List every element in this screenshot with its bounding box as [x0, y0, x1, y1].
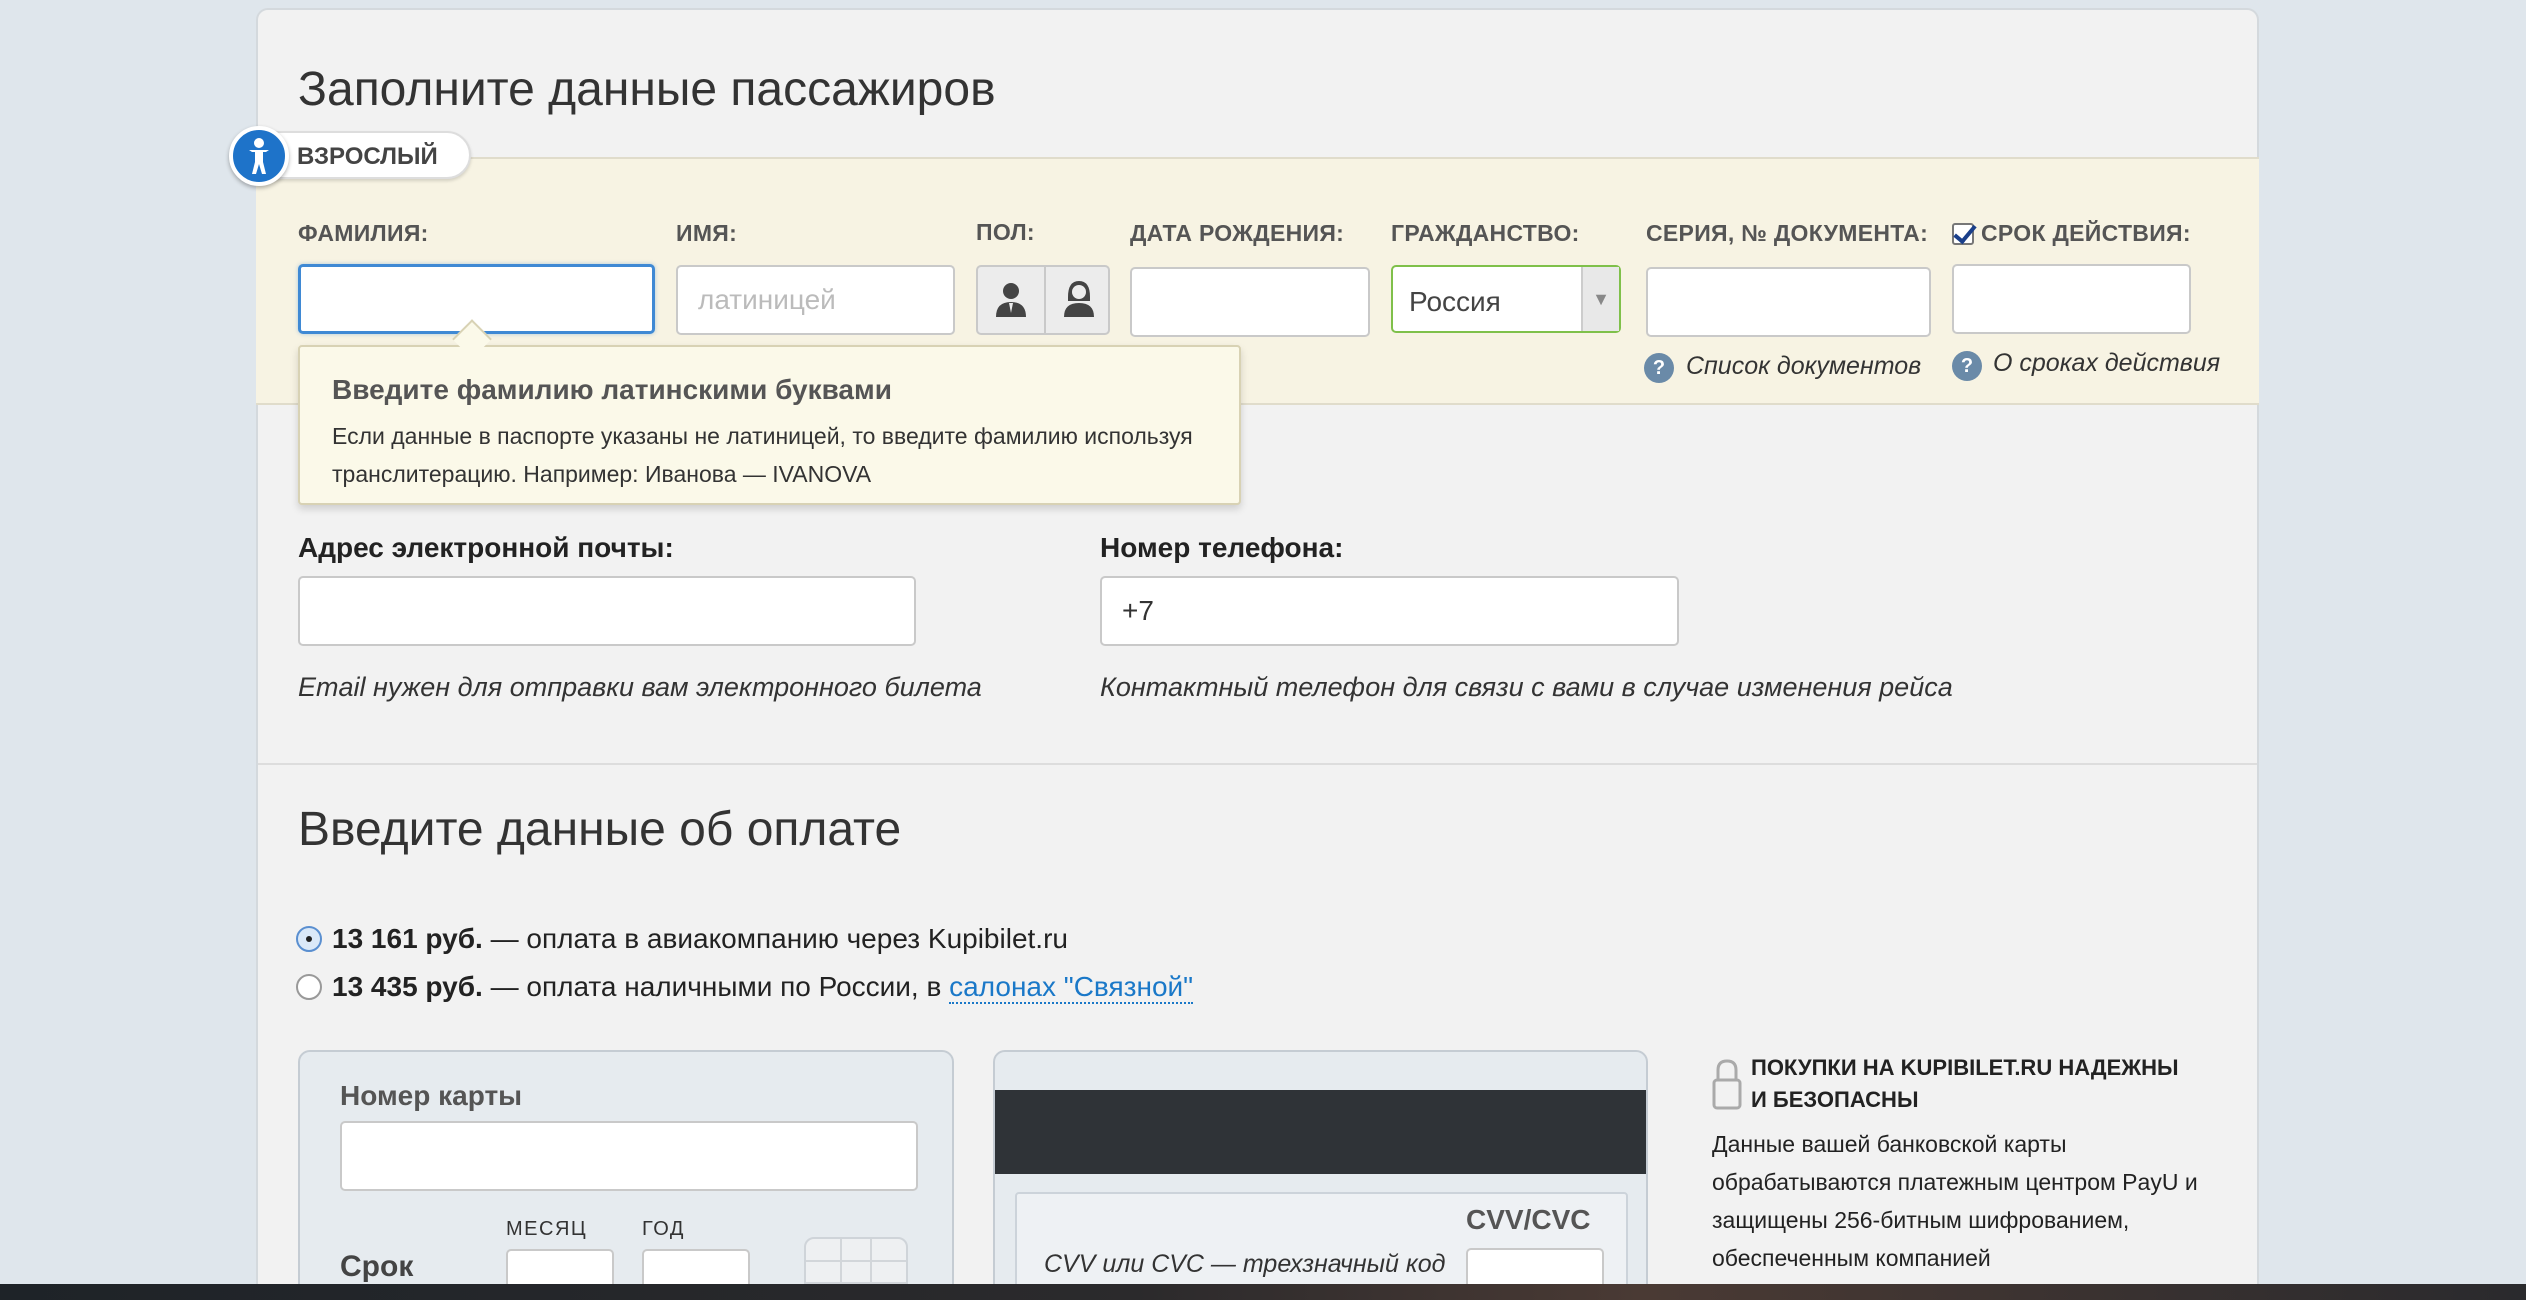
- chevron-down-icon: ▼: [1581, 267, 1619, 331]
- card-number-input[interactable]: [340, 1121, 918, 1191]
- documents-list-link[interactable]: Список документов: [1686, 352, 1921, 381]
- lock-icon: [1712, 1059, 1742, 1110]
- card-expiry-label: Срок: [340, 1250, 414, 1283]
- payment-title: Введите данные об оплате: [298, 803, 902, 856]
- name-label: ИМЯ:: [676, 220, 738, 246]
- payment-option-airline: 13 161 руб. — оплата в авиакомпанию чере…: [332, 923, 1068, 955]
- passenger-type-label: ВЗРОСЛЫЙ: [297, 143, 438, 170]
- payment-option-cash-radio[interactable]: [296, 974, 322, 1000]
- phone-note: Контактный телефон для связи с вами в сл…: [1100, 672, 1953, 702]
- security-text: Данные вашей банковской карты обрабатыва…: [1712, 1131, 2198, 1271]
- citizenship-select[interactable]: Россия ▼: [1391, 265, 1621, 333]
- payment-option-cash: 13 435 руб. — оплата наличными по России…: [332, 971, 1194, 1004]
- gender-label: ПОЛ:: [976, 219, 1035, 245]
- tooltip-text: Если данные в паспорте указаны не латини…: [332, 423, 1193, 487]
- payment-amount-2: 13 435 руб.: [332, 971, 483, 1002]
- surname-label: ФАМИЛИЯ:: [298, 220, 429, 246]
- gender-female-button[interactable]: [1044, 267, 1112, 333]
- citizenship-value: Россия: [1409, 286, 1501, 317]
- phone-input[interactable]: [1100, 576, 1679, 646]
- help-icon: ?: [1644, 353, 1674, 383]
- svyaznoy-link[interactable]: салонах "Связной": [949, 971, 1194, 1004]
- gender-toggle: [976, 265, 1110, 335]
- validity-checkbox[interactable]: [1952, 223, 1974, 245]
- expiry-month-label: МЕСЯЦ: [506, 1218, 588, 1240]
- citizenship-label: ГРАЖДАНСТВО:: [1391, 220, 1580, 246]
- name-input[interactable]: [676, 265, 955, 335]
- phone-label: Номер телефона:: [1100, 532, 1344, 563]
- gender-male-button[interactable]: [978, 267, 1044, 333]
- document-label: СЕРИЯ, № ДОКУМЕНТА:: [1646, 220, 1929, 246]
- validity-info-link[interactable]: О сроках действия: [1993, 349, 2220, 378]
- email-label: Адрес электронной почты:: [298, 532, 674, 563]
- adult-person-icon: [229, 126, 289, 186]
- card-number-label: Номер карты: [340, 1080, 523, 1111]
- birthdate-label: ДАТА РОЖДЕНИЯ:: [1130, 220, 1345, 246]
- tooltip-title: Введите фамилию латинскими буквами: [332, 374, 892, 405]
- payment-option-2-text: — оплата наличными по России, в: [482, 971, 950, 1002]
- passengers-title: Заполните данные пассажиров: [298, 63, 996, 116]
- security-title: ПОКУПКИ НА KUPIBILET.RU НАДЕЖНЫ И БЕЗОПА…: [1751, 1055, 2179, 1112]
- section-divider: [258, 763, 2257, 765]
- payment-amount-1: 13 161 руб.: [332, 923, 483, 954]
- payment-option-1-text: — оплата в авиакомпанию через Kupibilet.…: [482, 923, 1068, 954]
- email-input[interactable]: [298, 576, 916, 646]
- male-icon: [996, 283, 1026, 317]
- birthdate-input[interactable]: [1130, 267, 1370, 337]
- desktop-dock-bar: [0, 1284, 2526, 1300]
- surname-tooltip: Введите фамилию латинскими буквами Если …: [298, 345, 1241, 505]
- female-icon: [1064, 281, 1094, 317]
- email-note: Email нужен для отправки вам электронног…: [298, 672, 982, 702]
- cvv-hint: CVV или CVC — трехзначный код: [1044, 1250, 1446, 1278]
- document-input[interactable]: [1646, 267, 1931, 337]
- payment-option-airline-radio[interactable]: [296, 926, 322, 952]
- validity-input[interactable]: [1952, 264, 2191, 334]
- help-icon: ?: [1952, 351, 1982, 381]
- magnetic-stripe: [995, 1090, 1646, 1174]
- validity-label: СРОК ДЕЙСТВИЯ:: [1981, 220, 2191, 246]
- expiry-year-label: ГОД: [642, 1218, 685, 1240]
- cvv-label: CVV/CVC: [1466, 1204, 1591, 1235]
